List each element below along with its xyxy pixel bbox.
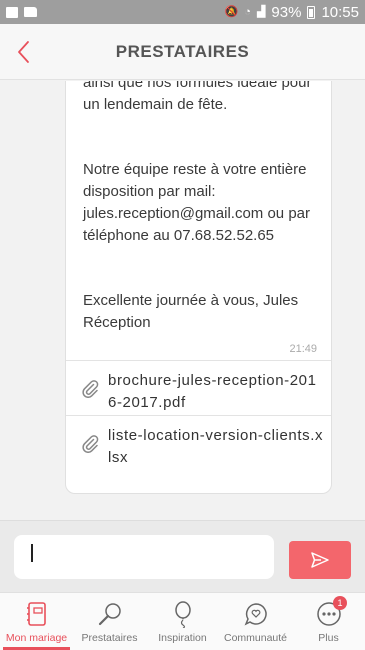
tab-label: Plus (318, 632, 339, 644)
message-input[interactable] (14, 535, 274, 579)
message-paragraph: Notre équipe reste à votre entière dispo… (83, 161, 310, 244)
back-button[interactable] (4, 32, 44, 72)
tab-inspiration[interactable]: Inspiration (146, 593, 219, 650)
message-bubble: ainsi que nos formules idéale pour un le… (65, 81, 332, 494)
tab-plus[interactable]: 1 Plus (292, 593, 365, 650)
notebook-icon (22, 599, 52, 629)
text-cursor (31, 544, 33, 562)
tab-mon-mariage[interactable]: Mon mariage (0, 593, 73, 650)
status-indicators: 🔕 ◔ ▟ 93% 10:55 (225, 4, 359, 21)
battery-icon (307, 5, 316, 19)
tab-communaute[interactable]: Communauté (219, 593, 292, 650)
tab-label: Communauté (223, 632, 288, 644)
message-composer (0, 520, 365, 592)
attachment-name: liste-location-version-clients.xlsx (108, 427, 324, 466)
bottom-tab-bar: Mon mariage Prestataires Inspiration Com… (0, 592, 365, 650)
signal-icon: ▟ (256, 5, 266, 18)
balloon-icon (168, 599, 198, 629)
mute-icon: 🔕 (224, 5, 239, 18)
paperclip-icon (82, 380, 99, 398)
status-bar: 🔕 ◔ ▟ 93% 10:55 (0, 0, 365, 24)
folder-notification-icon (24, 7, 37, 17)
attachment-pdf[interactable]: brochure-jules-reception-2016-2017.pdf (66, 360, 331, 415)
message-text: ainsi que nos formules idéale pour un le… (83, 81, 328, 334)
chat-heart-icon (241, 599, 271, 629)
send-icon (311, 552, 329, 568)
tab-label: Prestataires (81, 632, 138, 644)
magnifier-icon (95, 599, 125, 629)
status-notifications (6, 6, 37, 18)
chevron-left-icon (18, 41, 29, 63)
attachment-name: brochure-jules-reception-2016-2017.pdf (108, 372, 317, 411)
send-button[interactable] (289, 541, 351, 579)
chat-thread[interactable]: ainsi que nos formules idéale pour un le… (0, 81, 365, 520)
app-header: PRESTATAIRES (0, 24, 365, 80)
tab-prestataires[interactable]: Prestataires (73, 593, 146, 650)
status-time: 10:55 (321, 3, 359, 21)
image-notification-icon (6, 6, 18, 18)
paperclip-icon (82, 435, 99, 453)
message-paragraph: ainsi que nos formules idéale pour un le… (83, 81, 312, 113)
battery-level: 93% (271, 3, 302, 21)
tab-label: Mon mariage (5, 632, 68, 644)
attachment-xlsx[interactable]: liste-location-version-clients.xlsx (66, 415, 331, 473)
message-paragraph: Excellente journée à vous, Jules Récepti… (83, 292, 299, 331)
page-title: PRESTATAIRES (115, 41, 250, 61)
notification-badge: 1 (333, 596, 347, 610)
message-time: 21:49 (289, 343, 317, 355)
wifi-icon: ◔ (244, 5, 251, 18)
tab-label: Inspiration (158, 632, 207, 644)
